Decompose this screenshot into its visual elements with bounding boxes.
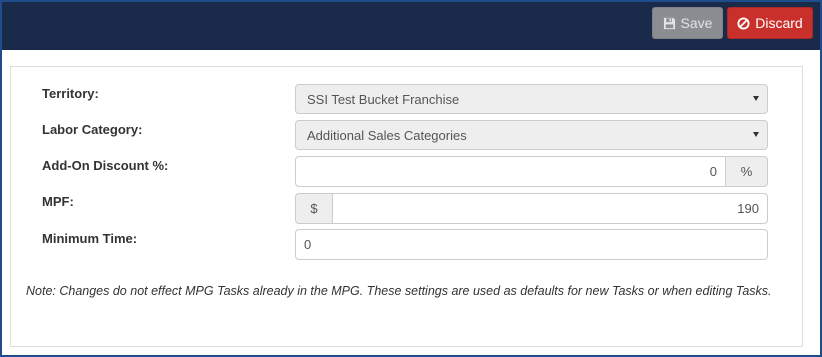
- labor-category-select-value: Additional Sales Categories: [307, 127, 467, 143]
- ban-icon: [737, 16, 750, 30]
- mpf-label: MPF:: [42, 194, 74, 209]
- discard-button-label: Discard: [755, 15, 803, 31]
- mpf-input[interactable]: 190: [332, 193, 768, 224]
- territory-select-value: SSI Test Bucket Franchise: [307, 91, 460, 107]
- territory-select[interactable]: SSI Test Bucket Franchise: [295, 84, 768, 114]
- add-on-discount-label: Add-On Discount %:: [42, 158, 169, 173]
- minimum-time-value: 0: [304, 237, 312, 252]
- caret-down-icon: [753, 96, 759, 101]
- percent-addon: %: [725, 156, 768, 187]
- labor-category-select[interactable]: Additional Sales Categories: [295, 120, 768, 150]
- window-frame: Save Discard Territory: SSI Test Bucket …: [0, 0, 822, 357]
- mpf-value: 190: [737, 201, 759, 216]
- top-toolbar: Save Discard: [2, 2, 820, 50]
- caret-down-icon: [753, 132, 759, 137]
- dollar-addon: $: [295, 193, 333, 224]
- minimum-time-label: Minimum Time:: [42, 231, 138, 246]
- add-on-discount-input[interactable]: 0: [295, 156, 726, 187]
- territory-label: Territory:: [42, 86, 99, 101]
- labor-category-label: Labor Category:: [42, 122, 143, 137]
- add-on-discount-value: 0: [709, 164, 717, 179]
- floppy-disk-icon: [663, 17, 676, 30]
- save-button-label: Save: [680, 15, 713, 31]
- defaults-note: Note: Changes do not effect MPG Tasks al…: [26, 284, 772, 298]
- save-button[interactable]: Save: [652, 7, 723, 39]
- minimum-time-input[interactable]: 0: [295, 229, 768, 260]
- discard-button[interactable]: Discard: [727, 7, 813, 39]
